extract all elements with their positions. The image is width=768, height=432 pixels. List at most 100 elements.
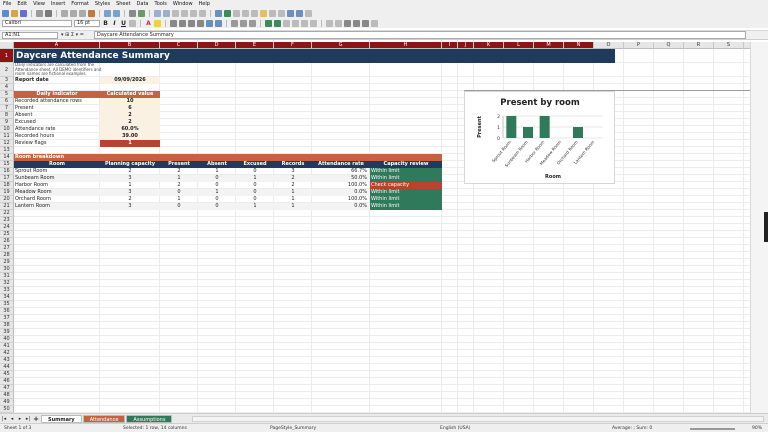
menu-insert[interactable]: Insert: [51, 1, 65, 7]
row-header-34[interactable]: 34: [0, 294, 14, 301]
clone-formatting-icon[interactable]: [88, 9, 95, 17]
find-icon[interactable]: [129, 9, 136, 17]
open-icon[interactable]: [11, 9, 18, 17]
freeze-rows-columns-icon[interactable]: [287, 9, 294, 17]
add-sheet-icon[interactable]: +: [32, 415, 40, 423]
value-header[interactable]: Calculated value: [100, 91, 160, 98]
room-cell-room[interactable]: Sunbeam Room: [14, 175, 100, 182]
column-header-c[interactable]: C: [160, 42, 198, 49]
room-cell-absent[interactable]: 0: [198, 175, 236, 182]
room-cell-records[interactable]: 1: [274, 189, 312, 196]
underline-icon[interactable]: U: [120, 20, 127, 27]
room-table-header[interactable]: Planning capacity: [100, 161, 160, 168]
room-cell-excused[interactable]: 0: [236, 189, 274, 196]
room-cell-records[interactable]: 2: [274, 175, 312, 182]
column-icon[interactable]: [163, 9, 170, 17]
function-wizard-icons[interactable]: ▾ ⊞ Σ ▾ =: [61, 32, 91, 38]
show-draw-functions-icon[interactable]: [305, 9, 312, 17]
row-header-21[interactable]: 21: [0, 203, 14, 210]
room-cell-capacity[interactable]: 1: [100, 182, 160, 189]
row-header-36[interactable]: 36: [0, 308, 14, 315]
indicator-label[interactable]: Review flags: [14, 140, 100, 147]
room-cell-review[interactable]: Within limit: [370, 175, 442, 182]
row-header-12[interactable]: 12: [0, 140, 14, 147]
row-header-5[interactable]: 5: [0, 91, 14, 98]
column-header-a[interactable]: A: [14, 42, 100, 49]
row-header-13[interactable]: 13: [0, 147, 14, 154]
report-date-value[interactable]: 09/09/2026: [100, 77, 160, 84]
row-header-46[interactable]: 46: [0, 378, 14, 385]
menu-tools[interactable]: Tools: [155, 1, 167, 7]
room-section-title[interactable]: Room breakdown: [14, 154, 442, 161]
row-header-1[interactable]: 1: [0, 49, 14, 63]
row-header-2[interactable]: 2: [0, 63, 14, 77]
row-header-17[interactable]: 17: [0, 175, 14, 182]
column-header-f[interactable]: F: [274, 42, 312, 49]
room-cell-excused[interactable]: 1: [236, 203, 274, 210]
save-icon[interactable]: [20, 9, 27, 17]
room-cell-review[interactable]: Check capacity: [370, 182, 442, 189]
header-footer-icon[interactable]: [269, 9, 276, 17]
row-header-23[interactable]: 23: [0, 217, 14, 224]
column-header-l[interactable]: L: [504, 42, 534, 49]
room-table-header[interactable]: Records: [274, 161, 312, 168]
menu-edit[interactable]: Edit: [17, 1, 27, 7]
indicator-value[interactable]: 2: [100, 112, 160, 119]
room-table-header[interactable]: Present: [160, 161, 198, 168]
column-header-g[interactable]: G: [312, 42, 370, 49]
indicator-label[interactable]: Excused: [14, 119, 100, 126]
row-header-40[interactable]: 40: [0, 336, 14, 343]
row-header-39[interactable]: 39: [0, 329, 14, 336]
room-cell-excused[interactable]: 0: [236, 196, 274, 203]
row-header-24[interactable]: 24: [0, 224, 14, 231]
border-color-icon[interactable]: [362, 19, 369, 27]
row-header-14[interactable]: 14: [0, 154, 14, 161]
room-cell-room[interactable]: Sprout Room: [14, 168, 100, 175]
column-header-h[interactable]: H: [370, 42, 442, 49]
print-icon[interactable]: [45, 9, 52, 17]
row-header-16[interactable]: 16: [0, 168, 14, 175]
align-bottom-icon[interactable]: [249, 19, 256, 27]
room-cell-capacity[interactable]: 2: [100, 196, 160, 203]
image-icon[interactable]: [215, 9, 222, 17]
special-character-icon[interactable]: [242, 9, 249, 17]
vertical-scroll-thumb[interactable]: [764, 212, 768, 242]
column-header-k[interactable]: K: [474, 42, 504, 49]
room-cell-present[interactable]: 2: [160, 168, 198, 175]
menu-format[interactable]: Format: [71, 1, 89, 7]
tab-summary[interactable]: Summary: [41, 414, 82, 423]
row-header-38[interactable]: 38: [0, 322, 14, 329]
paste-icon[interactable]: [79, 9, 86, 17]
column-header-d[interactable]: D: [198, 42, 236, 49]
wrap-text-icon[interactable]: [206, 19, 213, 27]
spreadsheet-grid[interactable]: ABCDEFGHIJKLMNOPQRSTU1234567891011121314…: [0, 42, 750, 413]
hyperlink-icon[interactable]: [251, 9, 258, 17]
define-print-area-icon[interactable]: [278, 9, 285, 17]
pivot-table-icon[interactable]: [233, 9, 240, 17]
room-cell-room[interactable]: Meadow Room: [14, 189, 100, 196]
prev-sheet-icon[interactable]: ◂: [8, 415, 16, 423]
row-header-3[interactable]: 3: [0, 77, 14, 84]
row-header-18[interactable]: 18: [0, 182, 14, 189]
room-cell-present[interactable]: 0: [160, 189, 198, 196]
indicator-value[interactable]: 60.0%: [100, 126, 160, 133]
borders-icon[interactable]: [344, 19, 351, 27]
column-header-o[interactable]: O: [594, 42, 624, 49]
room-cell-excused[interactable]: 0: [236, 168, 274, 175]
room-cell-capacity[interactable]: 3: [100, 175, 160, 182]
status-zoom[interactable]: 90%: [752, 424, 762, 432]
column-header-e[interactable]: E: [236, 42, 274, 49]
room-cell-room[interactable]: Orchard Room: [14, 196, 100, 203]
row-header-48[interactable]: 48: [0, 392, 14, 399]
row-header-4[interactable]: 4: [0, 84, 14, 91]
menu-view[interactable]: View: [33, 1, 45, 7]
room-cell-room[interactable]: Harbor Room: [14, 182, 100, 189]
status-language[interactable]: English (USA): [440, 424, 471, 432]
row-header-47[interactable]: 47: [0, 385, 14, 392]
present-by-room-chart[interactable]: Present by room 0 1 2 Sprout Room Sunbeam Roo…: [464, 91, 615, 184]
vertical-scrollbar[interactable]: [750, 42, 768, 413]
autofilter-icon[interactable]: [199, 9, 206, 17]
room-cell-rate[interactable]: 0.0%: [312, 203, 370, 210]
row-header-35[interactable]: 35: [0, 301, 14, 308]
column-header-b[interactable]: B: [100, 42, 160, 49]
